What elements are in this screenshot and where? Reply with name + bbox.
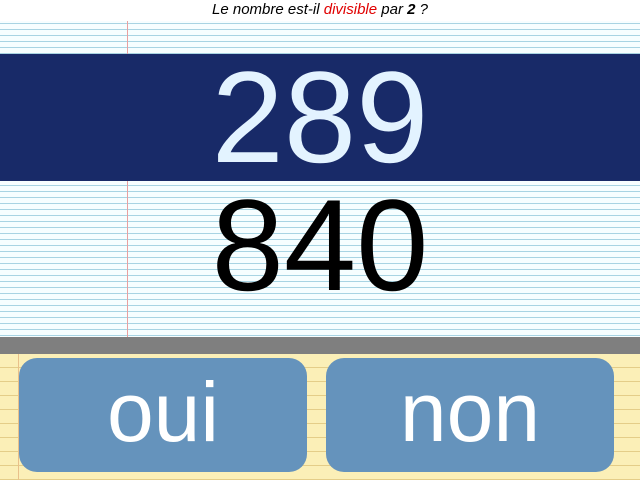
question-suffix: ?	[415, 1, 428, 18]
question-middle: par	[377, 1, 408, 18]
question-prefix: Le nombre est-il	[212, 1, 324, 18]
no-button[interactable]: non	[326, 358, 614, 472]
current-number: 289	[211, 44, 429, 190]
current-number-row: 289	[0, 52, 640, 182]
following-number-peek: 809	[0, 306, 640, 337]
question-prompt: Le nombre est-il divisible par 2 ?	[0, 0, 640, 21]
next-number-row: 840	[0, 180, 640, 310]
no-button-label: non	[399, 365, 541, 459]
question-highlight: divisible	[323, 1, 378, 18]
number-stream-area: 289 840 809	[0, 0, 640, 337]
yes-button[interactable]: oui	[19, 358, 307, 472]
next-number: 840	[211, 172, 429, 318]
yes-button-label: oui	[106, 365, 220, 459]
divider-bar	[0, 337, 640, 354]
